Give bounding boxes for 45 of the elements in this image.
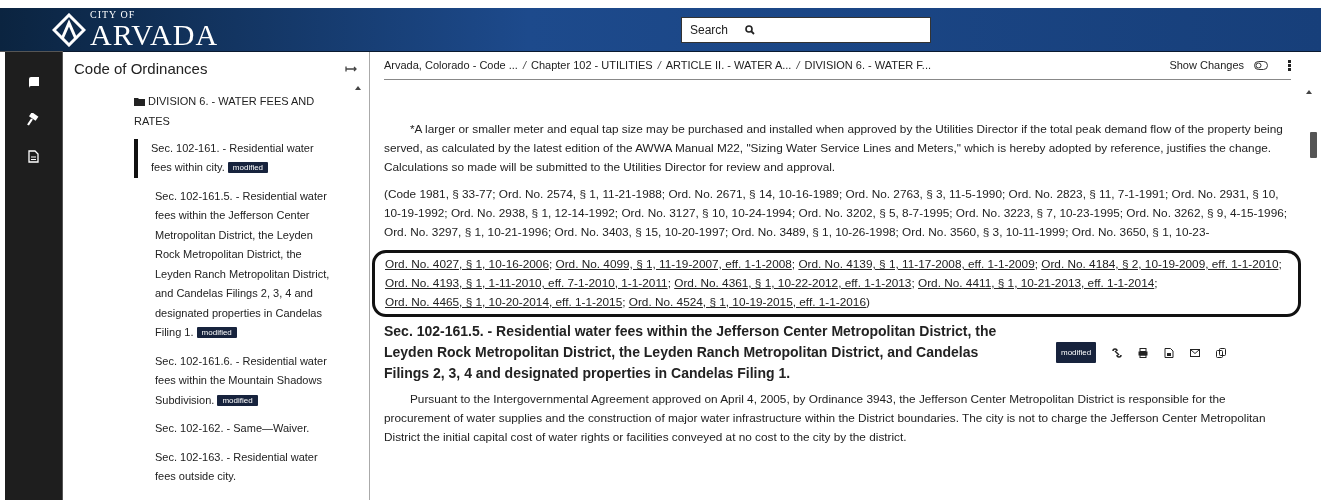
search-field[interactable]: Search xyxy=(681,16,931,43)
document-icon[interactable] xyxy=(1164,347,1175,358)
toggle-switch-icon[interactable] xyxy=(1254,61,1268,70)
logo-icon xyxy=(52,12,86,47)
scroll-up-icon[interactable] xyxy=(355,86,361,90)
history-link[interactable]: Ord. No. 4139, § 1, 11-17-2008, eff. 1-1-2009 xyxy=(798,257,1035,271)
folder-icon xyxy=(134,97,145,107)
breadcrumb-link[interactable]: Arvada, Colorado - Code ... xyxy=(384,57,518,74)
modified-badge: modified xyxy=(217,394,258,406)
breadcrumb-link[interactable]: Chapter 102 - UTILITIES xyxy=(530,57,653,74)
history-links-paragraph: Ord. No. 4027, § 1, 10-16-2006; Ord. No. 4099, § 1, 11-19-2007, eff. 1-1-2008; Ord. No. 4139, § 1, 11-17-2008, eff. 1-1-2009; Ord. No. 4184, § 2, 10-19-2009, eff. 1-1-2010; Ord. No. 4193, § 1, 1-11-2010, eff. 7-1-2010, 1-1-2011; Ord. No. 4361, § 1, 10-22-2012, eff. 1-1-2013; Ord. No. 4411, § 1, 10-21-2013, eff. 1-1-2014; Ord. No. 4465, § 1, 10-20-2014, eff. 1-1-2015; Ord. No. 4524, § 1, 10-19-2015, eff. 1-1-2016) xyxy=(385,256,1283,311)
breadcrumb-separator: / xyxy=(796,58,800,74)
history-link[interactable]: Ord. No. 4193, § 1, 1-11-2010, eff. 7-1-2010, 1-1-2011 xyxy=(385,276,668,290)
history-link[interactable]: Ord. No. 4099, § 1, 11-19-2007, eff. 1-1-2008 xyxy=(555,257,792,271)
show-changes-toggle[interactable]: Show Changes xyxy=(1169,57,1244,74)
history-link[interactable]: Ord. No. 4027, § 1, 10-16-2006 xyxy=(385,257,549,271)
section-paragraph: Pursuant to the Intergovernmental Agreement approved on April 4, 2005, by Ordinance 3943, the Jefferson Center Metropolitan District is responsible for the procurement of water supplies and the construction of major water infrastructure within the District boundaries. The city is not to charge the Jefferson Center Metropolitan District the initial capital cost of water rights or facilities conveyed at no cost to the city by the district. xyxy=(384,391,1267,446)
scroll-up-icon[interactable] xyxy=(1306,90,1312,94)
breadcrumb-link[interactable]: DIVISION 6. - WATER F... xyxy=(804,57,931,74)
tree-item[interactable]: Sec. 102-161.6. - Residential water fees within the Mountain Shadows Subdivision. modified xyxy=(138,351,334,410)
modified-badge: modified xyxy=(227,162,269,173)
tree-item[interactable]: Sec. 102-161. - Residential water fees within city. modified xyxy=(134,138,330,178)
breadcrumb-link[interactable]: ARTICLE II. - WATER A... xyxy=(665,57,792,74)
more-icon[interactable] xyxy=(1288,60,1291,71)
hammer-icon[interactable] xyxy=(27,113,40,126)
scrollbar-thumb[interactable] xyxy=(1310,132,1317,158)
breadcrumb-separator: / xyxy=(522,58,526,74)
tree-folder-item[interactable]: DIVISION 6. - WATER FEES AND RATES xyxy=(134,90,352,131)
expand-icon[interactable] xyxy=(345,66,357,73)
print-icon[interactable] xyxy=(1138,347,1149,358)
history-paragraph: (Code 1981, § 33-77; Ord. No. 2574, § 1, 11-21-1988; Ord. No. 2671, § 14, 10-16-1989; Ord. No. 2763, § 3, 11-5-1990; Ord. No. 2823, § 11, 7-1-1991; Ord. No. 2931, § 10, 10-19-1992; Ord. No. 2938, § 1, 12-14-1992; Ord. No. 3127, § 10, 10-24-1994; Ord. No. 3202, § 5, 8-7-1995; Ord. No. 3223, § 7, 10-23-1995; Ord. No. 3262, § 9, 4-15-1996; Ord. No. 3297, § 1, 10-21-1996; Ord. No. 3403, § 15, 10-20-1997; Ord. No. 3489, § 1, 10-26-1998; Ord. No. 3560, § 3, 10-11-1999; Ord. No. 3650, § 1, 10-23- xyxy=(384,186,1289,241)
note-paragraph: *A larger or smaller meter and equal tap size may be purchased and installed when approved by the Utilities Director if the total peak demand flow of the property being served, as calculated by the latest edition of the AWWA Manual M22, "Sizing Water Service Lines and Meters," which is hereby adopted by reference, justifies the change. Calculations so made will be submitted to the Utilities Director for review and approval. xyxy=(384,121,1284,176)
section-title: Sec. 102-161.5. - Residential water fees within the Jefferson Center Metropolitan District, the Leyden Rock Metropolitan District, the Leyden Ranch Metropolitan District, and Candelas Filings 2, 3, 4 and designated properties in Candelas Filing 1. xyxy=(384,322,998,383)
breadcrumb-separator: / xyxy=(657,58,661,74)
copy-icon[interactable] xyxy=(1216,347,1227,358)
logo-kicker: CITY OF xyxy=(90,9,137,20)
tree-item[interactable]: Sec. 102-161.5. - Residential water fees within the Jefferson Center Metropolitan District, the Leyden Rock Metropolitan District, the Leyden Ranch Metropolitan District, and Candelas Filings 2, 3, 4 and designated properties in Candelas Filing 1. modified xyxy=(138,186,334,343)
history-link[interactable]: Ord. No. 4524, § 1, 10-19-2015, eff. 1-1-2016 xyxy=(628,295,866,309)
logo-name: ARVADA xyxy=(90,19,219,50)
email-icon[interactable] xyxy=(1190,347,1201,358)
tree-item[interactable]: Sec. 102-163. - Residential water fees outside city. xyxy=(138,447,334,487)
sidebar-title: Code of Ordinances xyxy=(74,59,208,79)
tree-item[interactable]: Sec. 102-162. - Same—Waiver. xyxy=(138,419,334,439)
modified-badge: modified xyxy=(196,327,237,338)
modified-badge: modified xyxy=(1056,342,1097,363)
